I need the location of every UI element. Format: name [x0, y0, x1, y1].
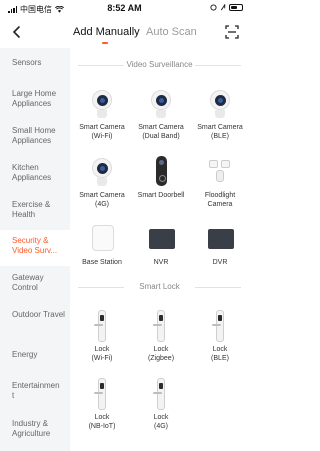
nvr-icon	[145, 223, 177, 255]
back-arrow-icon[interactable]	[10, 25, 24, 39]
arrow-icon	[220, 4, 226, 11]
device-label: Floodlight Camera	[204, 192, 236, 208]
device-smart-doorbell[interactable]: Smart Doorbell	[133, 156, 189, 200]
sidebar-item-large-home-appliances[interactable]: Large Home Appliances	[0, 89, 70, 109]
sidebar-item-energy[interactable]: Energy	[0, 350, 70, 360]
section-header-lock: Smart Lock	[78, 281, 241, 293]
device-label: Base Station	[82, 259, 122, 266]
battery-icon	[229, 4, 243, 11]
device-label: Lock (4G)	[153, 414, 169, 430]
lock-icon	[86, 378, 118, 410]
device-dvr[interactable]: DVR	[192, 223, 248, 267]
device-label: Smart Camera (BLE)	[197, 124, 243, 140]
device-lock-zigbee[interactable]: Lock (Zigbee)	[133, 310, 189, 363]
sidebar-item-entertainment[interactable]: Entertainment	[0, 381, 60, 401]
tab-auto-scan[interactable]: Auto Scan	[146, 26, 197, 38]
camera-icon	[86, 156, 118, 188]
status-bar: 中国电信 8:52 AM	[0, 0, 249, 18]
lock-icon	[145, 310, 177, 342]
floodlight-icon	[204, 156, 236, 188]
device-smart-camera-wifi[interactable]: Smart Camera (Wi-Fi)	[74, 88, 130, 141]
divider	[195, 65, 241, 66]
device-smart-camera-dual-band[interactable]: Smart Camera (Dual Band)	[133, 88, 189, 141]
sidebar-item-sensors[interactable]: Sensors	[0, 58, 70, 68]
base-station-icon	[86, 223, 118, 255]
lock-icon	[204, 310, 236, 342]
section-header-video: Video Surveillance	[78, 59, 241, 71]
dvr-icon	[204, 223, 236, 255]
device-floodlight-camera[interactable]: Floodlight Camera	[192, 156, 248, 209]
device-lock-4g[interactable]: Lock (4G)	[133, 378, 189, 431]
category-sidebar: Sensors Large Home Appliances Small Home…	[0, 48, 70, 451]
device-label: DVR	[212, 259, 228, 266]
sidebar-item-kitchen-appliances[interactable]: Kitchen Appliances	[0, 163, 70, 183]
divider	[195, 287, 241, 288]
device-base-station[interactable]: Base Station	[74, 223, 130, 267]
device-lock-ble[interactable]: Lock (BLE)	[192, 310, 248, 363]
sidebar-item-gateway-control[interactable]: Gateway Control	[0, 273, 70, 293]
camera-icon	[86, 88, 118, 120]
device-list: Video Surveillance Smart Camera (Wi-Fi) …	[70, 48, 249, 451]
device-smart-camera-ble[interactable]: Smart Camera (BLE)	[192, 88, 248, 141]
sidebar-item-outdoor-travel[interactable]: Outdoor Travel	[0, 310, 70, 320]
device-label: Lock (Zigbee)	[147, 346, 175, 362]
device-label: Lock (Wi-Fi)	[91, 346, 113, 362]
device-label: Smart Camera (Wi-Fi)	[79, 124, 125, 140]
tab-add-manually[interactable]: Add Manually	[73, 26, 140, 38]
sidebar-item-security-video[interactable]: Security & Video Surv...	[0, 230, 70, 266]
device-label: Lock (NB-IoT)	[88, 414, 116, 430]
top-nav: Add Manually Auto Scan	[0, 18, 249, 48]
device-smart-camera-4g[interactable]: Smart Camera (4G)	[74, 156, 130, 209]
device-lock-wifi[interactable]: Lock (Wi-Fi)	[74, 310, 130, 363]
device-label: Smart Camera (4G)	[79, 192, 125, 208]
lock-icon	[145, 378, 177, 410]
sidebar-item-small-home-appliances[interactable]: Small Home Appliances	[0, 126, 70, 146]
device-lock-nb-iot[interactable]: Lock (NB-IoT)	[74, 378, 130, 431]
sidebar-item-industry-agriculture[interactable]: Industry & Agriculture	[0, 419, 70, 439]
scan-icon[interactable]	[225, 25, 239, 39]
device-label: NVR	[153, 259, 169, 266]
device-label: Smart Camera (Dual Band)	[138, 124, 184, 140]
device-label: Smart Doorbell	[137, 192, 185, 199]
device-nvr[interactable]: NVR	[133, 223, 189, 267]
camera-icon	[145, 88, 177, 120]
active-tab-indicator	[102, 42, 108, 44]
status-right	[210, 4, 243, 11]
location-icon	[210, 4, 217, 11]
device-label: Lock (BLE)	[211, 346, 229, 362]
lock-icon	[86, 310, 118, 342]
sidebar-item-exercise-health[interactable]: Exercise & Health	[0, 200, 70, 220]
camera-icon	[204, 88, 236, 120]
doorbell-icon	[145, 156, 177, 188]
